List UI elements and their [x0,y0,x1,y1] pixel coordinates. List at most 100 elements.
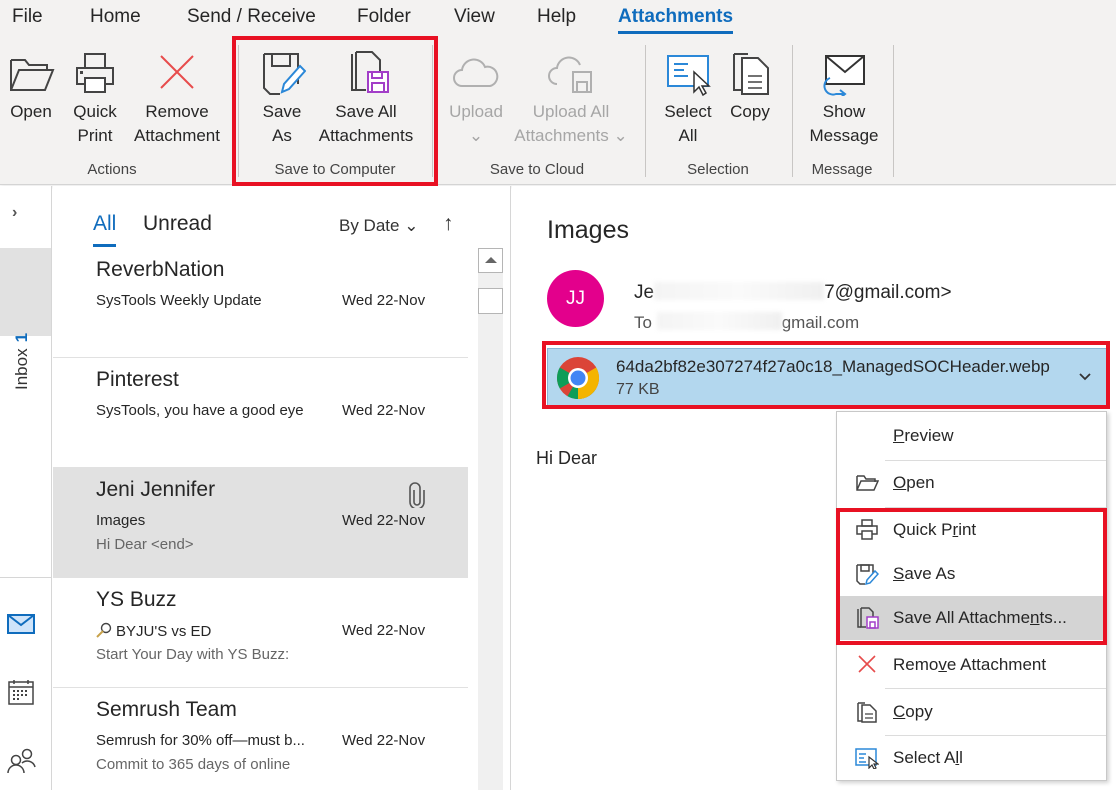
select-all-button[interactable]: Select All [660,50,716,148]
tab-folder[interactable]: Folder [357,6,411,28]
upload-all-attachments-button[interactable]: Upload All Attachments ⌄ [510,50,632,148]
chevron-down-icon[interactable] [1078,369,1092,383]
label-text: pen [906,473,935,492]
filter-unread[interactable]: Unread [143,212,212,236]
expand-folder-pane-icon[interactable]: › [12,204,17,222]
attachment-card[interactable]: 64da2bf82e307274f27a0c18_ManagedSOCHeade… [547,348,1107,406]
message-item[interactable]: YS Buzz BYJU'S vs ED Wed 22-Nov Start Yo… [53,578,468,688]
message-subject-row: BYJU'S vs ED [96,622,211,640]
menu-item-save-all-attachments[interactable]: Save All Attachments... [837,596,1106,640]
rail-divider [0,577,51,578]
inbox-label-text: Inbox [12,348,31,390]
show-message-label-1: Show [822,102,866,121]
message-item-selected[interactable]: Jeni Jennifer Images Wed 22-Nov Hi Dear … [53,468,468,578]
upload-label-2: ⌄ [468,126,484,145]
label-text: Select A [893,748,956,767]
menu-item-label: Remove Attachment [893,655,1046,675]
show-message-label-2: Message [809,126,879,145]
open-button[interactable]: Open [6,50,56,124]
remove-attachment-button[interactable]: Remove Attachment [128,50,226,148]
calendar-icon[interactable] [6,678,36,706]
message-list-scrollbar[interactable] [478,248,503,790]
group-label-save-to-cloud: Save to Cloud [489,161,585,178]
save-all-attachments-button[interactable]: Save All Attachments [314,50,418,148]
group-label-selection: Selection [687,161,749,178]
message-subject: SysTools, you have a good eye [96,402,304,419]
envelope-return-icon [823,55,865,96]
tab-attachments[interactable]: Attachments [618,6,734,34]
save-all-label-2: Attachments [318,126,414,145]
save-as-button[interactable]: Save As [254,50,310,148]
tab-home[interactable]: Home [90,6,141,28]
quick-print-label-2: Print [77,126,113,145]
inbox-folder-tab[interactable]: Inbox 1 [0,248,51,390]
menu-item-select-all[interactable]: Select All [837,736,1106,780]
sender-address: Je 7@gmail.com> [634,282,952,304]
label-text: Save All Attachme [893,608,1031,627]
menu-item-preview[interactable]: Preview [837,414,1106,458]
people-icon[interactable] [6,746,36,774]
upload-button[interactable]: Upload ⌄ [444,50,508,148]
save-as-icon [263,53,306,95]
folder-open-icon [10,59,55,91]
label-text: ave As [904,564,956,583]
folder-open-icon [856,475,879,491]
message-sender: Pinterest [96,368,179,391]
group-separator [893,45,894,177]
copy-button[interactable]: Copy [724,50,776,124]
attachment-context-menu: Preview Open Quick Print Save As Save Al… [836,411,1107,781]
scroll-up-button[interactable] [478,248,503,273]
quick-print-button[interactable]: Quick Print [70,50,120,148]
save-as-label-2: As [272,126,292,145]
menu-item-save-as[interactable]: Save As [837,552,1106,596]
printer-icon [856,519,878,540]
group-label-actions: Actions [87,161,137,178]
sort-direction-arrow[interactable]: ↑ [443,212,454,236]
group-separator [238,45,239,177]
printer-icon [76,53,114,93]
to-label: To [634,313,652,332]
menu-item-label: Save As [893,564,955,584]
tab-send-receive[interactable]: Send / Receive [187,6,316,28]
attachment-filename: 64da2bf82e307274f27a0c18_ManagedSOCHeade… [616,357,1050,376]
message-item[interactable]: Pinterest SysTools, you have a good eye … [53,358,468,468]
copy-icon [733,53,769,95]
scroll-thumb[interactable] [478,288,503,314]
message-subject: BYJU'S vs ED [116,623,212,640]
tab-help[interactable]: Help [537,6,576,28]
chrome-icon [556,357,600,400]
label-text: l [959,748,963,767]
save-as-icon [856,564,879,585]
menu-item-remove-attachment[interactable]: Remove Attachment [837,643,1106,687]
filter-all[interactable]: All [93,212,117,247]
redacted-text [656,312,782,330]
message-item[interactable]: Semrush Team Semrush for 30% off—must b.… [53,688,468,790]
upload-all-label-1: Upload All [532,102,610,121]
label-text: Remo [893,655,939,674]
menu-item-quick-print[interactable]: Quick Print [837,508,1106,552]
save-as-label-1: Save [262,102,302,121]
access-key: S [893,564,905,583]
menu-item-label: Open [893,473,935,493]
menu-separator [885,688,1106,689]
menu-item-open[interactable]: Open [837,461,1106,505]
menu-item-copy[interactable]: Copy [837,690,1106,734]
message-subject: Semrush for 30% off—must b... [96,732,305,749]
select-all-label-2: All [678,126,698,145]
group-label-message: Message [811,161,873,178]
tab-view[interactable]: View [454,6,495,28]
cloud-icon [453,58,499,87]
mail-icon[interactable] [6,610,36,638]
show-message-button[interactable]: Show Message [806,50,882,148]
message-item[interactable]: ReverbNation SysTools Weekly Update Wed … [53,248,468,358]
label-text: int [958,520,977,539]
remove-label-2: Attachment [134,126,220,145]
message-sender: YS Buzz [96,588,177,611]
message-date: Wed 22-Nov [342,512,426,529]
sender-address-end: 7@gmail.com> [824,282,952,303]
tab-file[interactable]: File [12,6,43,28]
message-preview: Commit to 365 days of online [96,756,291,773]
select-all-icon [855,748,879,769]
sort-by-date-dropdown[interactable]: By Date ⌄ [339,216,418,236]
copy-icon [857,702,877,723]
